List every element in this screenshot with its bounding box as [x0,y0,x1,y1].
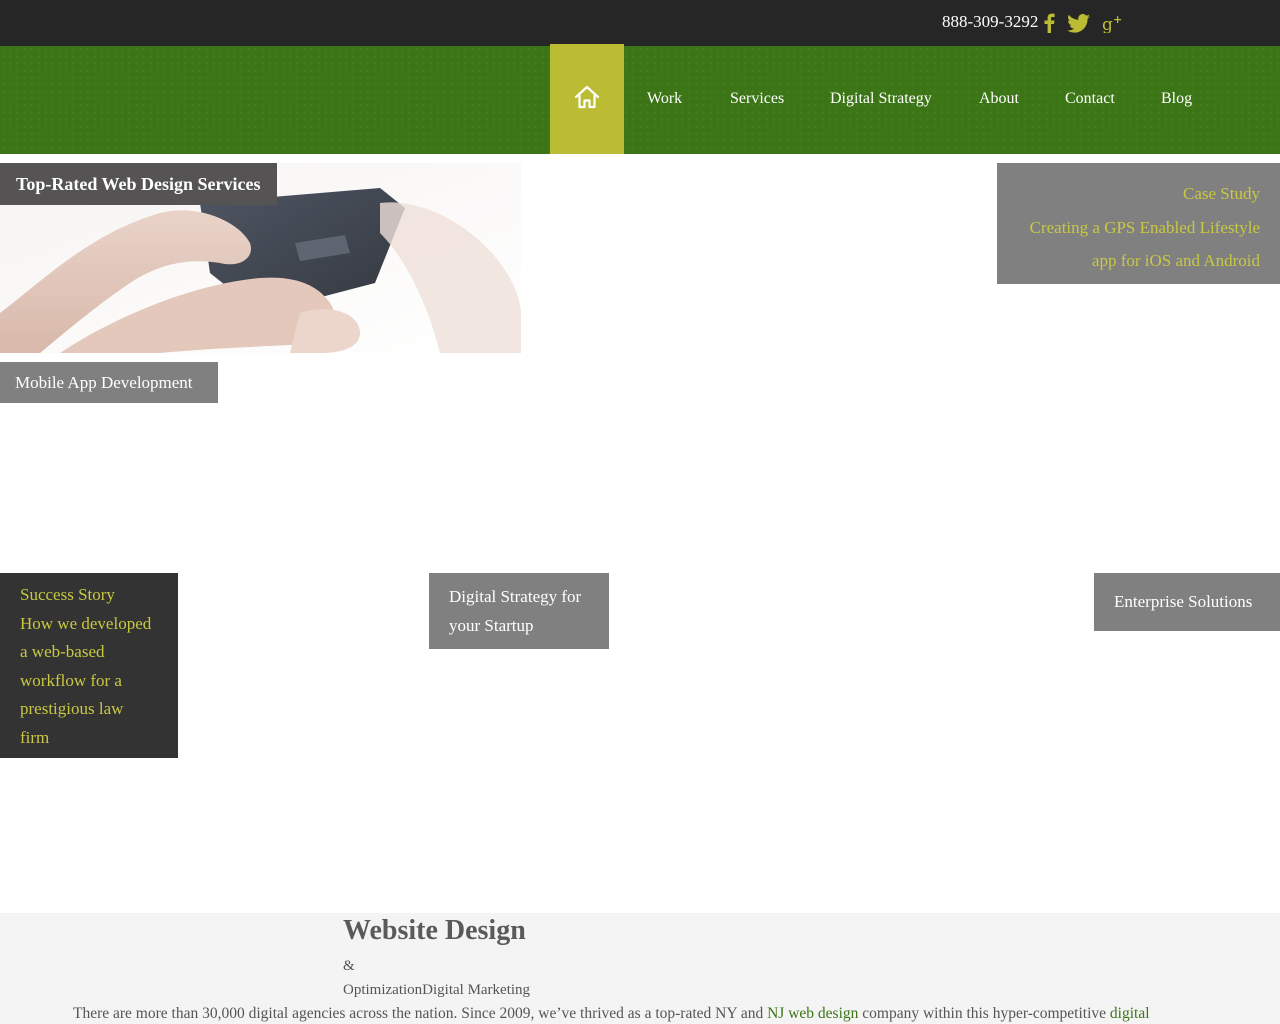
section-heading: Website Design [343,915,526,946]
nav-blog[interactable]: Blog [1161,90,1192,108]
startup-strategy-tile[interactable]: Digital Strategy for your Startup [429,573,609,649]
success-story-line: a web-based [20,642,105,661]
success-story-tile[interactable]: Success Story How we developed a web-bas… [0,573,178,758]
case-study-line1: Creating a GPS Enabled Lifestyle [1029,217,1260,237]
svg-text:g: g [1102,15,1113,33]
case-study-label: Case Study [1183,184,1260,203]
top-bar: 888-309-3292 g + [0,0,1280,46]
success-story-line: firm [20,727,50,747]
success-story-line: workflow for a [20,670,122,690]
success-story-line: How we developed [20,613,152,633]
main-navbar: Work Services Digital Strategy About Con… [0,44,1280,154]
svg-text:+: + [1113,13,1122,26]
nj-web-design-link[interactable]: NJ web design [767,1005,858,1022]
nav-work[interactable]: Work [647,90,682,108]
nav-digital-strategy[interactable]: Digital Strategy [830,90,932,108]
twitter-icon[interactable] [1066,11,1091,35]
phone-number[interactable]: 888-309-3292 [942,12,1038,32]
intro-section: Website Design & OptimizationDigital Mar… [0,913,1280,1024]
success-story-label: Success Story [20,585,115,604]
nav-contact[interactable]: Contact [1065,90,1115,108]
paragraph-text: There are more than 30,000 digital agenc… [73,1005,768,1022]
hero-title: Top-Rated Web Design Services [0,163,277,205]
facebook-icon[interactable] [1042,11,1056,35]
enterprise-solutions-tile[interactable]: Enterprise Solutions [1094,573,1280,631]
nav-about[interactable]: About [979,90,1019,108]
case-study-tile[interactable]: Case Study Creating a GPS Enabled Lifest… [997,163,1280,284]
google-plus-icon[interactable]: g + [1101,11,1123,35]
heading-subline: OptimizationDigital Marketing [343,982,531,998]
paragraph-text: company within this hyper-competitive [858,1005,1110,1022]
home-icon [574,85,600,114]
mobile-app-development-tile[interactable]: Mobile App Development [0,362,218,403]
startup-line2: your Startup [449,615,534,635]
heading-ampersand: & [343,958,355,974]
success-story-line: prestigious law [20,699,124,718]
nav-services[interactable]: Services [730,90,784,108]
digital-link[interactable]: digital [1110,1005,1150,1022]
case-study-line2: app for iOS and Android [1091,251,1260,270]
nav-home-button[interactable] [550,44,624,154]
intro-paragraph: There are more than 30,000 digital agenc… [73,1005,1150,1023]
startup-line1: Digital Strategy for [449,587,582,606]
